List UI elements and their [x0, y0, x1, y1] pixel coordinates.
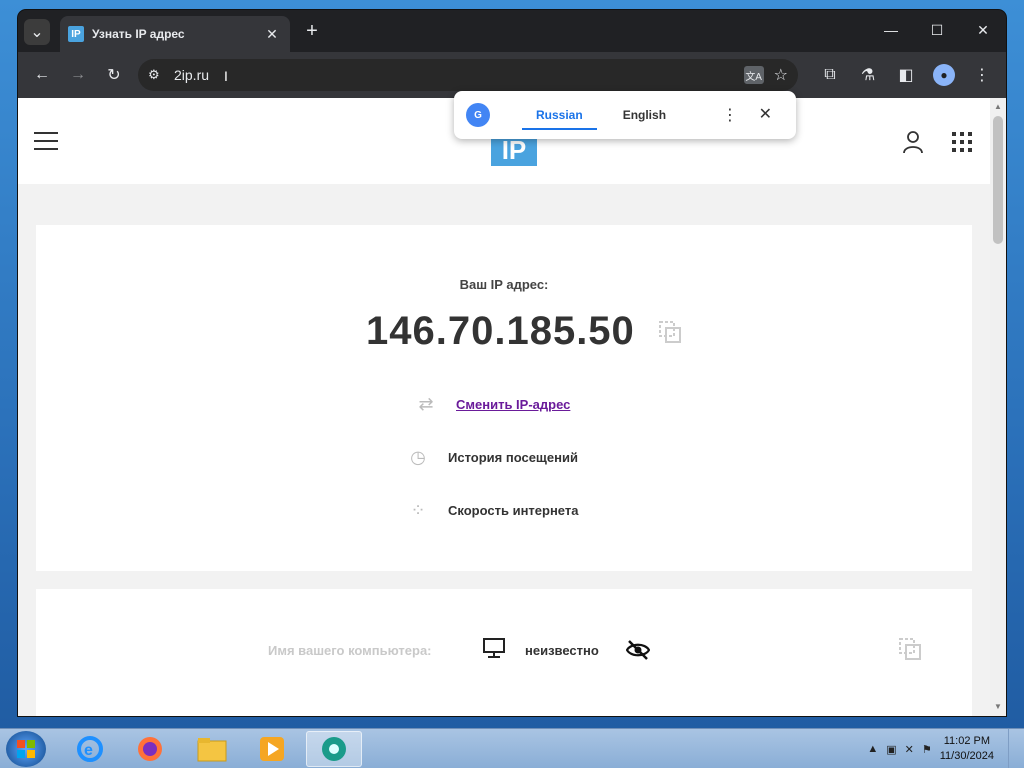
action-center-flag-icon[interactable]: ⚑	[922, 743, 932, 756]
chevron-down-icon: ⌄	[30, 24, 44, 41]
network-icon[interactable]: ▣	[886, 743, 896, 756]
eye-off-icon[interactable]	[626, 639, 650, 661]
lang-tab-english[interactable]: English	[603, 100, 686, 130]
scroll-up-icon[interactable]: ▲	[993, 102, 1003, 112]
start-button[interactable]	[6, 731, 46, 767]
tab-title: Узнать IP адрес	[92, 27, 185, 41]
file-explorer-icon[interactable]	[184, 731, 240, 767]
favicon-icon: IP	[68, 26, 84, 42]
computer-name-label: Имя вашего компьютера:	[268, 643, 432, 658]
address-bar[interactable]: ⚙ 2ip.ru 文A ☆	[138, 59, 798, 91]
speed-link-row[interactable]: ⁘ Скорость интернета	[406, 498, 578, 522]
back-icon[interactable]: ←	[26, 59, 58, 91]
text-cursor-icon: I	[224, 68, 228, 84]
change-ip-link-row[interactable]: ⇄ Сменить IP-адрес	[414, 392, 570, 416]
page-viewport: IP Ваш IP адрес: 146.70.185.50 ⇄ Сменить…	[18, 98, 1006, 716]
close-icon[interactable]: ✕	[960, 10, 1006, 50]
history-link[interactable]: История посещений	[448, 450, 578, 465]
system-tray: ▲ ▣ ✕ ⚑ 11:02 PM 11/30/2024	[867, 729, 994, 768]
extensions-icon[interactable]: ⧉	[814, 59, 846, 91]
minimize-icon[interactable]: —	[868, 10, 914, 50]
taskbar: e ▲ ▣ ✕ ⚑ 11:02 PM 11/30/2024	[0, 728, 1024, 768]
history-icon: ◷	[410, 446, 426, 467]
user-icon[interactable]	[902, 130, 924, 154]
plus-icon[interactable]: +	[300, 20, 324, 42]
show-hidden-icons-icon[interactable]: ▲	[867, 743, 878, 755]
forward-icon[interactable]: →	[62, 59, 94, 91]
scroll-thumb[interactable]	[993, 116, 1003, 244]
computer-name-value: неизвестно	[525, 643, 599, 658]
tab-active[interactable]: IP Узнать IP адрес ✕	[60, 16, 290, 52]
clock-time: 11:02 PM	[943, 735, 991, 747]
svg-text:e: e	[84, 742, 93, 759]
media-player-icon[interactable]	[244, 731, 300, 767]
ip-label: Ваш IP адрес:	[459, 277, 549, 292]
menu-kebab-icon[interactable]: ⋮	[966, 59, 998, 91]
avatar-icon: ●	[933, 64, 955, 86]
internet-explorer-icon[interactable]: e	[62, 731, 118, 767]
clock[interactable]: 11:02 PM 11/30/2024	[940, 734, 994, 764]
close-icon[interactable]: ✕	[264, 26, 280, 43]
speed-link[interactable]: Скорость интернета	[448, 503, 578, 518]
translate-icon[interactable]: 文A	[743, 66, 764, 84]
site-settings-icon[interactable]: ⚙	[148, 67, 174, 83]
ip-card: Ваш IP адрес: 146.70.185.50 ⇄ Сменить IP…	[36, 225, 972, 571]
apps-grid-icon[interactable]	[952, 132, 972, 152]
history-link-row[interactable]: ◷ История посещений	[406, 445, 578, 469]
translate-popup: G Russian English ⋮ ✕	[454, 91, 796, 139]
more-options-icon[interactable]: ⋮	[722, 105, 738, 125]
window-controls: — ☐ ✕	[868, 10, 1006, 50]
clock-date: 11/30/2024	[939, 750, 994, 762]
reload-icon[interactable]: ↻	[98, 59, 130, 91]
tab-strip: ⌄ IP Узнать IP адрес ✕ + — ☐ ✕	[18, 10, 1006, 52]
computer-name-card: Имя вашего компьютера: неизвестно	[36, 589, 972, 716]
hamburger-menu-icon[interactable]	[34, 132, 58, 150]
profile-avatar[interactable]: ●	[928, 59, 960, 91]
close-icon[interactable]: ✕	[759, 104, 772, 124]
windows-logo-icon	[17, 740, 35, 758]
google-translate-icon: G	[466, 103, 490, 127]
url-text[interactable]: 2ip.ru	[174, 67, 744, 83]
copy-icon[interactable]	[658, 320, 682, 344]
scroll-down-icon[interactable]: ▼	[993, 702, 1003, 712]
change-ip-link[interactable]: Сменить IP-адрес	[456, 397, 570, 412]
toolbar-right: ⧉ ⚗ ◧ ● ⋮	[814, 59, 998, 91]
monitor-icon	[483, 638, 505, 658]
show-desktop-button[interactable]	[1008, 729, 1024, 768]
side-panel-icon[interactable]: ◧	[890, 59, 922, 91]
tab-search-button[interactable]: ⌄	[24, 19, 50, 45]
page-scrollbar[interactable]: ▲ ▼	[990, 98, 1006, 716]
bookmark-star-icon[interactable]: ☆	[774, 65, 788, 85]
volume-muted-icon[interactable]: ✕	[905, 743, 914, 756]
lang-tab-russian[interactable]: Russian	[516, 100, 603, 130]
maximize-icon[interactable]: ☐	[914, 10, 960, 50]
ip-address: 146.70.185.50	[366, 309, 635, 353]
copy-icon[interactable]	[898, 637, 922, 661]
labs-flask-icon[interactable]: ⚗	[852, 59, 884, 91]
speed-icon: ⁘	[410, 499, 426, 520]
firefox-icon[interactable]	[122, 731, 178, 767]
change-ip-icon: ⇄	[418, 393, 434, 414]
chrome-browser-icon[interactable]	[306, 731, 362, 767]
